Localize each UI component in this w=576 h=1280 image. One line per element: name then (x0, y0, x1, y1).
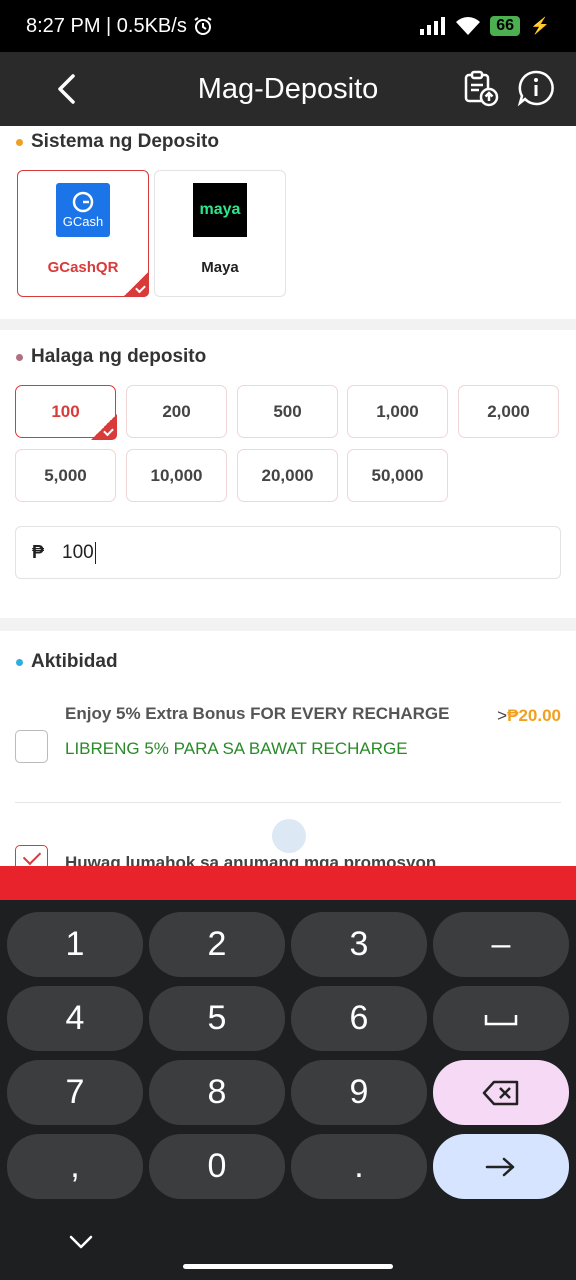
promo-checkbox[interactable] (15, 730, 48, 763)
bonus-prefix: > (497, 706, 508, 725)
deposit-amount-label: Halaga ng deposito (31, 346, 207, 367)
amount-option[interactable]: 1,000 (347, 385, 448, 438)
info-chat-icon (517, 70, 554, 107)
amount-option[interactable]: 200 (126, 385, 227, 438)
hide-keyboard-button[interactable] (64, 1228, 98, 1256)
deposit-system-title: Sistema ng Deposito (16, 131, 219, 153)
space-icon (484, 1014, 518, 1025)
numeric-keyboard: 1 2 3 – 4 5 6 7 8 9 , 0 . (0, 900, 576, 1280)
bullet-dot (16, 138, 23, 146)
key-next[interactable] (433, 1134, 569, 1199)
gesture-handle (183, 1264, 393, 1269)
method-label: GCashQR (47, 259, 119, 276)
alarm-icon (194, 17, 212, 35)
method-gcashqr[interactable]: GCash GCashQR (17, 170, 149, 297)
amount-option[interactable]: 500 (237, 385, 338, 438)
method-maya[interactable]: maya Maya (154, 170, 286, 297)
key-0[interactable]: 0 (149, 1134, 285, 1199)
status-bar: 8:27 PM | 0.5KB/s 66 ⚡ (0, 0, 576, 52)
key-backspace[interactable] (433, 1060, 569, 1125)
promo-subtitle: LIBRENG 5% PARA SA BAWAT RECHARGE (65, 739, 408, 758)
bullet-dot (16, 658, 23, 666)
amount-input[interactable]: ₱ 100 (15, 526, 561, 579)
deposit-system-section: Sistema ng Deposito GCash GCashQR maya M… (0, 126, 576, 319)
arrow-right-icon (485, 1157, 515, 1176)
key-minus[interactable]: – (433, 912, 569, 977)
promo-title: Enjoy 5% Extra Bonus FOR EVERY RECHARGE (65, 704, 450, 723)
deposit-system-label: Sistema ng Deposito (31, 131, 219, 152)
status-time: 8:27 PM | 0.5KB/s (26, 14, 187, 37)
maya-logo: maya (193, 183, 247, 237)
selected-check-icon (91, 414, 117, 440)
key-comma[interactable]: , (7, 1134, 143, 1199)
battery-indicator: 66 (490, 16, 521, 36)
promo-row[interactable]: Enjoy 5% Extra Bonus FOR EVERY RECHARGE … (0, 701, 576, 801)
deposit-history-button[interactable] (460, 68, 500, 108)
activity-title: Aktibidad (16, 651, 118, 673)
wifi-icon (456, 17, 481, 35)
charging-icon: ⚡ (530, 18, 550, 35)
bullet-dot (16, 353, 23, 361)
amount-option[interactable]: 10,000 (126, 449, 227, 502)
submit-button[interactable] (0, 866, 576, 900)
key-6[interactable]: 6 (291, 986, 427, 1051)
key-3[interactable]: 3 (291, 912, 427, 977)
key-5[interactable]: 5 (149, 986, 285, 1051)
gcash-g-icon (72, 191, 94, 213)
key-1[interactable]: 1 (7, 912, 143, 977)
text-caret (94, 541, 97, 564)
maya-logo-text: maya (199, 201, 241, 218)
method-label: Maya (201, 259, 239, 276)
gcash-logo-text: GCash (62, 214, 104, 229)
activity-section: Aktibidad Enjoy 5% Extra Bonus FOR EVERY… (0, 631, 576, 878)
amount-input-value: 100 (62, 541, 94, 563)
divider (15, 802, 561, 803)
key-space[interactable] (433, 986, 569, 1051)
activity-label: Aktibidad (31, 651, 118, 672)
key-period[interactable]: . (291, 1134, 427, 1199)
peso-icon: ₱ (32, 542, 45, 562)
key-7[interactable]: 7 (7, 1060, 143, 1125)
amount-option[interactable]: 20,000 (237, 449, 338, 502)
deposit-amount-title: Halaga ng deposito (16, 346, 206, 368)
chevron-down-icon (69, 1235, 93, 1249)
clipboard-upload-icon (464, 70, 499, 107)
promo-bonus: >₱20.00 (497, 706, 561, 726)
key-9[interactable]: 9 (291, 1060, 427, 1125)
backspace-icon (482, 1080, 519, 1105)
gcash-logo: GCash (56, 183, 110, 237)
amount-option[interactable]: 50,000 (347, 449, 448, 502)
signal-icon (420, 17, 446, 35)
help-button[interactable] (516, 68, 556, 108)
bonus-amount: ₱20.00 (507, 706, 561, 725)
app-header: Mag-Deposito (0, 52, 576, 126)
selected-check-icon (123, 271, 149, 297)
amount-option[interactable]: 5,000 (15, 449, 116, 502)
key-8[interactable]: 8 (149, 1060, 285, 1125)
deposit-amount-section: Halaga ng deposito 100 200 500 1,000 2,0… (0, 330, 576, 618)
key-4[interactable]: 4 (7, 986, 143, 1051)
back-button[interactable] (44, 66, 90, 112)
key-2[interactable]: 2 (149, 912, 285, 977)
amount-option[interactable]: 2,000 (458, 385, 559, 438)
chevron-left-icon (58, 74, 75, 104)
